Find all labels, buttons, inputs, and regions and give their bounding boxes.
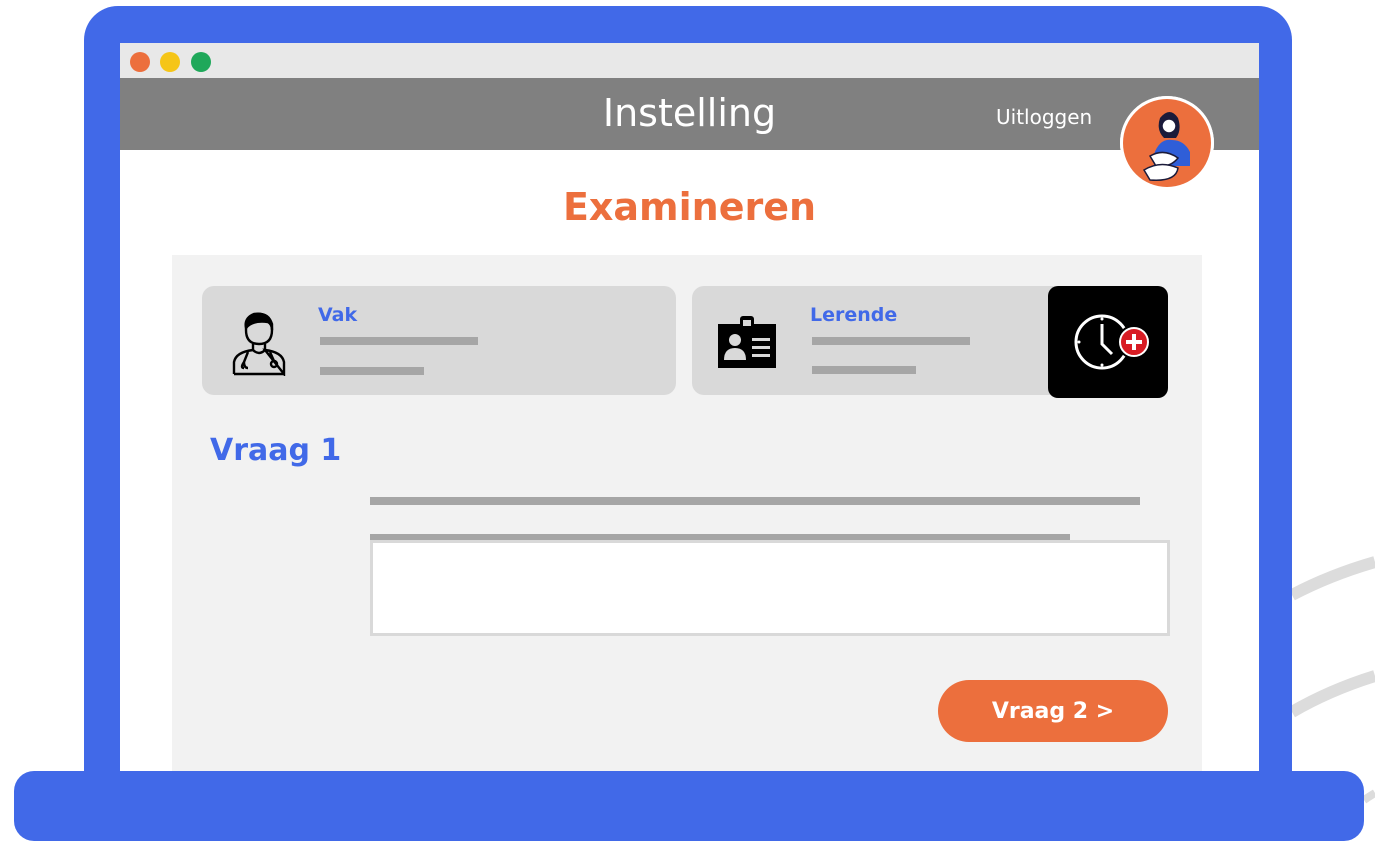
answer-input[interactable] — [370, 540, 1170, 636]
learner-label: Lerende — [810, 304, 898, 326]
window-minimize-dot[interactable] — [160, 52, 180, 72]
subject-label: Vak — [318, 304, 358, 326]
subject-card: Vak — [202, 286, 676, 395]
laptop-base — [14, 771, 1364, 841]
page-title: Examineren — [562, 185, 817, 229]
window-close-dot[interactable] — [130, 52, 150, 72]
app-header: Instelling Uitloggen — [120, 78, 1259, 150]
subject-name-placeholder — [320, 337, 478, 345]
logout-link[interactable]: Uitloggen — [996, 105, 1092, 129]
window-titlebar — [120, 43, 1259, 78]
next-question-button[interactable]: Vraag 2 > — [938, 680, 1168, 742]
exam-panel: Vak Lerende Vraag 1 Vraag 2 > — [172, 255, 1202, 771]
learner-name-placeholder — [812, 337, 970, 345]
doctor-icon — [228, 308, 290, 381]
window-maximize-dot[interactable] — [191, 52, 211, 72]
clock-plus-icon — [1074, 314, 1151, 370]
question-text-line-1 — [370, 497, 1140, 505]
id-badge-icon — [718, 314, 778, 375]
subject-detail-placeholder — [320, 367, 424, 375]
app-window: Instelling Uitloggen Examineren Vak Lere… — [120, 43, 1259, 771]
user-avatar-icon[interactable] — [1120, 96, 1214, 190]
learner-detail-placeholder — [812, 366, 916, 374]
question-number: Vraag 1 — [210, 433, 342, 468]
add-time-button[interactable] — [1048, 286, 1168, 398]
